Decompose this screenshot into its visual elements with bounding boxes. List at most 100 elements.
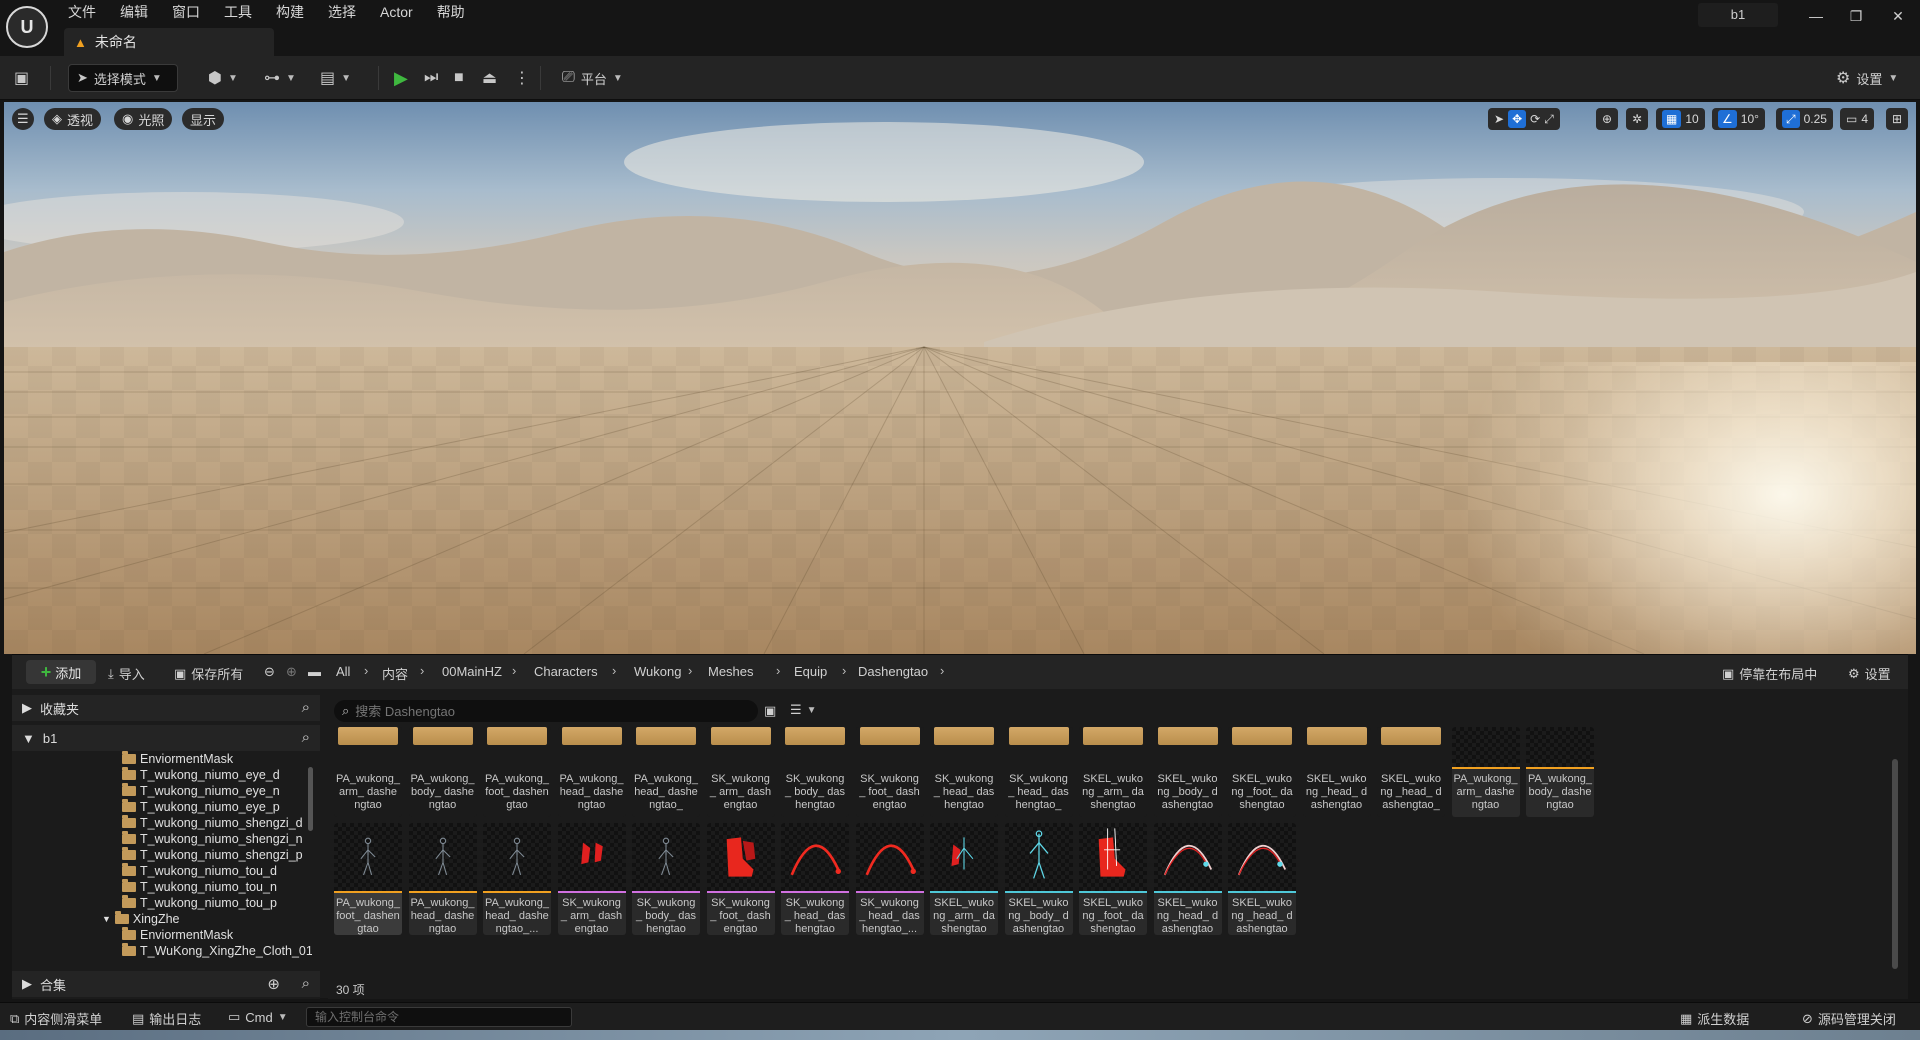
cinematics-button[interactable]: ▤ ▼ bbox=[320, 64, 351, 92]
filter-button[interactable]: ☰ ▼ bbox=[790, 702, 817, 718]
back-button[interactable]: ⊖ bbox=[264, 664, 275, 680]
grid-snap-button[interactable]: ▦ 10 bbox=[1656, 108, 1705, 130]
add-actor-button[interactable]: ⬢ ▼ bbox=[208, 64, 238, 92]
asset-tile[interactable]: SK_wukong_ head_ dashengtao_... bbox=[855, 823, 924, 935]
menu-tools[interactable]: 工具 bbox=[212, 0, 264, 24]
mode-selector[interactable]: ➤ 选择模式 ▼ bbox=[68, 64, 178, 92]
folder-browse-icon[interactable]: ▬ bbox=[308, 664, 321, 679]
tree-item[interactable]: T_wukong_niumo_tou_p bbox=[122, 895, 277, 911]
tree-item[interactable]: T_wukong_niumo_shengzi_n bbox=[122, 831, 303, 847]
asset-tile[interactable]: SK_wukong_ body_ dashengtao bbox=[632, 823, 700, 935]
asset-tile[interactable]: SK_wukong_ arm_ dashengtao bbox=[557, 823, 626, 935]
menu-help[interactable]: 帮助 bbox=[425, 0, 477, 24]
level-viewport[interactable]: ☰ ◈ 透视 ◉ 光照 显示 ➤ ✥ ⟳ ⤢ ⊕ ✲ ▦ 10 ∠ 10° ⤢ … bbox=[4, 102, 1916, 654]
advance-frame-button[interactable]: ⏭ bbox=[424, 64, 438, 92]
asset-tile[interactable]: SKEL_wukong _head_ dashengtao_ bbox=[1377, 727, 1445, 817]
tree-scrollbar[interactable] bbox=[308, 767, 313, 831]
breadcrumb-characters[interactable]: Characters bbox=[534, 664, 598, 679]
asset-tile[interactable]: SK_wukong_ body_ dashengtao bbox=[781, 727, 849, 817]
maximize-viewport-button[interactable]: ⊞ bbox=[1886, 108, 1909, 130]
breadcrumb-separator-icon[interactable]: › bbox=[420, 663, 424, 678]
breadcrumb-all[interactable]: All bbox=[336, 664, 350, 679]
cmd-selector[interactable]: ▭ Cmd ▼ bbox=[228, 1009, 288, 1025]
asset-tile[interactable]: PA_wukong_ arm_ dashengtao bbox=[334, 727, 402, 817]
move-tool-icon[interactable]: ✥ bbox=[1508, 110, 1527, 128]
minimize-button[interactable]: — bbox=[1796, 0, 1836, 32]
menu-file[interactable]: 文件 bbox=[56, 0, 108, 24]
content-browser-settings-button[interactable]: ⚙ 设置 bbox=[1848, 664, 1891, 683]
breadcrumb-content[interactable]: 内容 bbox=[382, 664, 408, 683]
asset-tile[interactable]: SK_wukong_ arm_ dashengtao bbox=[706, 727, 775, 817]
search-icon[interactable]: ⌕ bbox=[302, 729, 310, 746]
asset-tile[interactable]: SK_wukong_ foot_ dashengtao bbox=[706, 823, 775, 935]
close-button[interactable]: ✕ bbox=[1878, 0, 1918, 32]
blueprint-button[interactable]: ⊶ ▼ bbox=[264, 64, 296, 92]
search-icon[interactable]: ⌕ bbox=[302, 699, 310, 716]
asset-tile[interactable]: SKEL_wukong _head_ dashengtao bbox=[1302, 727, 1371, 817]
coordinate-system-button[interactable]: ⊕ bbox=[1596, 108, 1619, 130]
perspective-button[interactable]: ◈ 透视 bbox=[44, 108, 102, 130]
breadcrumb-separator-icon[interactable]: › bbox=[688, 663, 692, 678]
platform-button[interactable]: ⎚ 平台 ▼ bbox=[562, 64, 623, 92]
stop-button[interactable]: ■ bbox=[454, 64, 464, 92]
asset-tile[interactable]: PA_wukong_ foot_ dashengtao bbox=[334, 823, 402, 935]
camera-speed-button[interactable]: ▭ 4 bbox=[1840, 108, 1875, 130]
import-button[interactable]: ⤓ 导入 bbox=[108, 664, 145, 683]
tree-item[interactable]: T_wukong_niumo_shengzi_p bbox=[122, 847, 303, 863]
asset-tile[interactable]: PA_wukong_ body_ dashengtao bbox=[1526, 727, 1594, 817]
play-button[interactable]: ▶ bbox=[394, 64, 408, 92]
menu-build[interactable]: 构建 bbox=[264, 0, 316, 24]
breadcrumb-separator-icon[interactable]: › bbox=[512, 663, 516, 678]
breadcrumb-wukong[interactable]: Wukong bbox=[634, 664, 681, 679]
scale-tool-icon[interactable]: ⤢ bbox=[1544, 112, 1554, 127]
menu-actor[interactable]: Actor bbox=[368, 0, 425, 24]
dock-in-layout-button[interactable]: ▣ 停靠在布局中 bbox=[1722, 664, 1817, 683]
breadcrumb-separator-icon[interactable]: › bbox=[776, 663, 780, 678]
breadcrumb-00mainhz[interactable]: 00MainHZ bbox=[442, 664, 502, 679]
menu-edit[interactable]: 编辑 bbox=[108, 0, 160, 24]
level-tab[interactable]: ▲ 未命名 bbox=[64, 28, 274, 56]
favorites-header[interactable]: ▶ 收藏夹 ⌕ bbox=[12, 695, 320, 721]
tree-item[interactable]: T_wukong_niumo_eye_n bbox=[122, 783, 280, 799]
collections-header[interactable]: ▶ 合集 ⊕ ⌕ bbox=[12, 971, 320, 997]
tree-item[interactable]: T_wukong_niumo_tou_d bbox=[122, 863, 277, 879]
rotation-snap-button[interactable]: ∠ 10° bbox=[1712, 108, 1765, 130]
asset-tile[interactable]: SKEL_wukong _foot_ dashengtao bbox=[1079, 823, 1147, 935]
asset-tile[interactable]: SKEL_wukong _body_ dashengtao bbox=[1153, 727, 1222, 817]
asset-tile[interactable]: PA_wukong_ arm_ dashengtao bbox=[1451, 727, 1520, 817]
asset-scrollbar[interactable] bbox=[1892, 759, 1898, 969]
tree-item[interactable]: T_wukong_niumo_eye_p bbox=[122, 799, 280, 815]
eject-button[interactable]: ⏏ bbox=[482, 64, 497, 92]
surface-snap-button[interactable]: ✲ bbox=[1626, 108, 1649, 130]
asset-tile[interactable]: SKEL_wukong _arm_ dashengtao bbox=[1079, 727, 1147, 817]
tree-item[interactable]: EnviormentMask bbox=[122, 751, 233, 767]
breadcrumb-dashengtao[interactable]: Dashengtao bbox=[858, 664, 928, 679]
asset-tile[interactable]: SK_wukong_ foot_ dashengtao bbox=[855, 727, 924, 817]
breadcrumb-separator-icon[interactable]: › bbox=[940, 663, 944, 678]
asset-tile[interactable]: SKEL_wukong _body_ dashengtao bbox=[1004, 823, 1073, 935]
breadcrumb-meshes[interactable]: Meshes bbox=[708, 664, 754, 679]
asset-tile[interactable]: PA_wukong_ head_ dashengtao bbox=[557, 727, 626, 817]
breadcrumb-separator-icon[interactable]: › bbox=[364, 663, 368, 678]
source-control-button[interactable]: ⊘ 源码管理关闭 bbox=[1802, 1009, 1896, 1028]
tree-item[interactable]: ▼ XingZhe bbox=[102, 911, 179, 927]
restore-button[interactable]: ❐ bbox=[1836, 0, 1876, 32]
asset-tile[interactable]: PA_wukong_ head_ dashengtao bbox=[408, 823, 477, 935]
play-options-button[interactable]: ⋮ bbox=[514, 64, 530, 92]
tree-item[interactable]: T_wukong_niumo_shengzi_d bbox=[122, 815, 303, 831]
asset-tile[interactable]: SK_wukong_ head_ dashengtao bbox=[781, 823, 849, 935]
asset-tile[interactable]: SKEL_wukong _arm_ dashengtao bbox=[930, 823, 998, 935]
add-collection-icon[interactable]: ⊕ bbox=[267, 975, 280, 993]
menu-window[interactable]: 窗口 bbox=[160, 0, 212, 24]
select-tool-icon[interactable]: ➤ bbox=[1494, 112, 1504, 126]
asset-search-input[interactable] bbox=[355, 703, 736, 719]
save-icon[interactable]: ▣ bbox=[14, 64, 29, 92]
lit-button[interactable]: ◉ 光照 bbox=[114, 108, 173, 130]
viewport-menu-button[interactable]: ☰ bbox=[12, 108, 34, 130]
asset-tile[interactable]: PA_wukong_ foot_ dashengtao bbox=[483, 727, 551, 817]
asset-tile[interactable]: PA_wukong_ head_ dashengtao_... bbox=[483, 823, 551, 935]
save-search-button[interactable]: ▣ bbox=[764, 703, 776, 719]
breadcrumb-equip[interactable]: Equip bbox=[794, 664, 827, 679]
output-log-button[interactable]: ▤ 输出日志 bbox=[132, 1009, 201, 1028]
content-drawer-button[interactable]: ⧉ 内容侧滑菜单 bbox=[10, 1009, 102, 1028]
